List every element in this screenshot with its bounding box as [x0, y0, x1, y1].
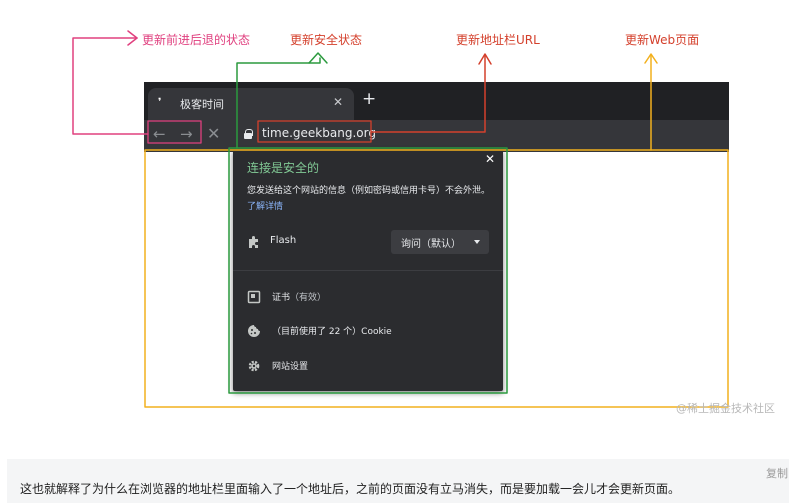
- tab-title: 极客时间: [180, 98, 224, 111]
- certificate-row[interactable]: 证书（有效）: [247, 288, 487, 306]
- stop-button[interactable]: ✕: [207, 124, 220, 144]
- watermark: @稀土掘金技术社区: [676, 402, 775, 415]
- flash-label: Flash: [270, 235, 297, 246]
- connection-description: 您发送给这个网站的信息（例如密码或信用卡号）不会外泄。 了解详情: [247, 183, 499, 215]
- cookie-label: （目前使用了 22 个）Cookie: [272, 327, 392, 337]
- forward-button[interactable]: →: [180, 124, 193, 144]
- url-arrowhead: [478, 53, 492, 65]
- puzzle-icon: [249, 236, 258, 248]
- address-bar-url[interactable]: time.geekbang.org: [262, 126, 376, 140]
- dropdown-arrow-icon: [474, 240, 480, 244]
- flash-permission-row: Flash 询问（默认）: [247, 230, 489, 254]
- browser-tab[interactable]: ❜ 极客时间 ✕: [148, 88, 354, 120]
- browser-window: ❜ 极客时间 ✕ + ← → ✕ time.geekbang.org: [144, 82, 729, 152]
- connection-secure-title: 连接是安全的: [247, 161, 320, 175]
- copy-link[interactable]: 复制: [766, 465, 788, 481]
- annotation-address-bar-url: 更新地址栏URL: [456, 33, 540, 47]
- page-arrowhead: [644, 53, 658, 64]
- back-forward-arrowhead: [127, 30, 138, 46]
- connection-description-text: 您发送给这个网站的信息（例如密码或信用卡号）不会外泄。: [247, 186, 491, 196]
- new-tab-button[interactable]: +: [362, 91, 376, 108]
- certificate-status: （有效）: [290, 293, 327, 303]
- cookie-icon: [248, 325, 260, 337]
- caption-text: 这也就解释了为什么在浏览器的地址栏里面输入了一个地址后，之前的页面没有立马消失，…: [20, 482, 681, 496]
- certificate-icon: [247, 290, 261, 304]
- cookie-row[interactable]: （目前使用了 22 个）Cookie: [247, 322, 487, 340]
- certificate-label: 证书（有效）: [272, 290, 326, 303]
- site-info-popup: ✕ 连接是安全的 您发送给这个网站的信息（例如密码或信用卡号）不会外泄。 了解详…: [233, 150, 503, 391]
- popup-close-icon[interactable]: ✕: [485, 152, 495, 166]
- annotation-security-state: 更新安全状态: [290, 33, 363, 47]
- certificate-label-text: 证书: [272, 293, 291, 303]
- back-button[interactable]: ←: [153, 124, 166, 144]
- tab-close-icon[interactable]: ✕: [333, 95, 343, 109]
- learn-more-link[interactable]: 了解详情: [247, 202, 283, 212]
- flash-permission-select[interactable]: 询问（默认）: [391, 230, 489, 254]
- flash-select-value: 询问（默认）: [401, 239, 461, 250]
- annotation-web-page: 更新Web页面: [625, 33, 700, 47]
- lock-icon[interactable]: [244, 129, 253, 139]
- site-settings-row[interactable]: 网站设置: [247, 357, 487, 375]
- annotation-back-forward-state: 更新前进后退的状态: [142, 33, 251, 47]
- tab-favicon-icon: ❜: [158, 97, 162, 108]
- gear-icon: [248, 360, 260, 372]
- site-settings-label: 网站设置: [272, 362, 309, 372]
- browser-toolbar: ← → ✕ time.geekbang.org: [144, 120, 729, 152]
- security-arrowhead: [308, 52, 328, 64]
- back-forward-arrow: [72, 37, 149, 135]
- popup-divider: [233, 270, 503, 271]
